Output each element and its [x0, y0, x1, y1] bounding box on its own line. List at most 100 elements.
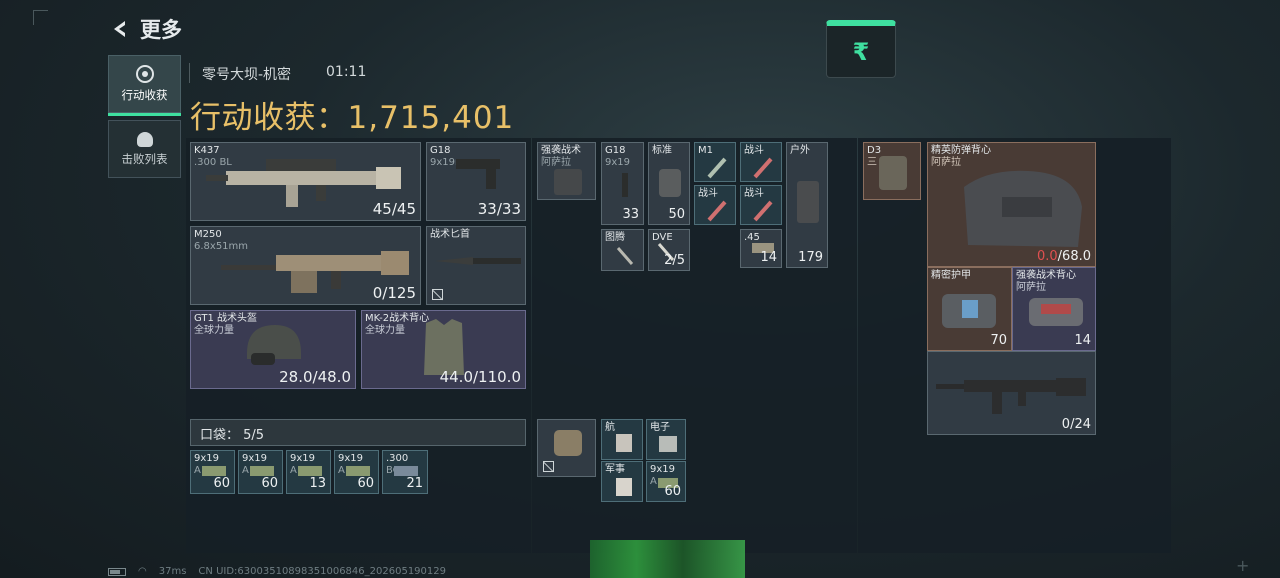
backpack-slot[interactable]	[537, 419, 596, 477]
item-name: 战斗	[744, 188, 764, 199]
rig-item[interactable]: 图腾	[601, 229, 644, 271]
pocket-item[interactable]: .300 BC 21	[382, 450, 428, 494]
backpack-icon	[554, 430, 582, 456]
durability-max: /68.0	[1057, 249, 1091, 264]
medkit-icon	[797, 181, 819, 223]
haul-value: 1,715,401	[347, 100, 515, 136]
rig-item[interactable]: 标准 50	[648, 142, 690, 225]
censored-region	[590, 540, 745, 578]
loot-item[interactable]: 精密护甲 70	[927, 267, 1012, 351]
item-ammo: 33/33	[477, 200, 521, 218]
loot-item[interactable]: D3 三	[863, 142, 921, 200]
tab-kill-list[interactable]: 击败列表	[108, 120, 181, 178]
vest-icon	[964, 170, 1082, 247]
item-name: 户外	[790, 145, 810, 156]
durability-current: 0.0	[1036, 249, 1058, 264]
no-insure-icon	[432, 289, 443, 300]
wifi-icon: ◠	[138, 566, 147, 577]
item-name: 战斗	[698, 188, 718, 199]
knife-icon	[435, 257, 521, 265]
item-brand: 全球力量	[365, 325, 405, 336]
item-brand: 全球力量	[194, 325, 234, 336]
rig-item[interactable]: .45 14	[740, 229, 782, 268]
melee-slot[interactable]: 战术匕首	[426, 226, 526, 305]
bag-icon	[659, 169, 681, 197]
rig-item[interactable]: DVE 2/5	[648, 229, 690, 271]
item-ammo: 0/24	[1061, 417, 1091, 432]
tool-icon	[616, 247, 634, 265]
rig-item[interactable]: 户外 179	[786, 142, 828, 268]
chest-rig-slot[interactable]: 强袭战术 阿萨拉	[537, 142, 596, 200]
ping: 37ms	[158, 566, 187, 577]
item-durability: 70	[990, 333, 1007, 348]
rig-item[interactable]: 战斗	[740, 142, 782, 182]
currency-button[interactable]: ₹	[826, 20, 896, 78]
item-durability: 0.0/68.0	[1037, 249, 1091, 264]
armor-slot[interactable]: MK-2战术背心 全球力量 44.0/110.0	[361, 310, 526, 389]
item-name: 军事	[605, 464, 625, 475]
device-icon	[616, 478, 632, 496]
item-sub: A	[194, 465, 201, 476]
item-sub: A	[338, 465, 345, 476]
item-count: 21	[406, 476, 423, 491]
sidearm-slot[interactable]: G18 9x19mm 33/33	[426, 142, 526, 221]
map-name: 零号大坝-机密	[202, 67, 292, 83]
item-name: 9x19	[650, 464, 676, 475]
no-insure-icon	[543, 461, 554, 472]
tab-haul-label: 行动收获	[121, 88, 168, 102]
loot-item[interactable]: 精英防弹背心 阿萨拉 0.0/68.0	[927, 142, 1096, 267]
rig-item[interactable]: M1	[694, 142, 736, 182]
item-count: 179	[798, 250, 823, 265]
tab-haul[interactable]: 行动收获	[108, 55, 181, 116]
item-sub: A	[242, 465, 249, 476]
rig-item[interactable]: 战斗	[740, 185, 782, 225]
back-button[interactable]: 更多	[108, 14, 182, 44]
rig-item[interactable]: G18 9x19 33	[601, 142, 644, 225]
primary-weapon-slot[interactable]: K437 .300 BL 45/45	[190, 142, 421, 221]
item-brand: 阿萨拉	[931, 157, 961, 168]
item-brand: 阿萨拉	[1016, 282, 1046, 293]
backpack-item[interactable]: 9x19 A 60	[646, 461, 686, 502]
item-name: M250	[194, 229, 222, 240]
target-icon	[135, 65, 154, 83]
item-count: 13	[309, 476, 326, 491]
item-ammo: 0/125	[372, 284, 416, 302]
haul-label: 行动收获：	[190, 100, 348, 136]
corner-marker	[33, 10, 48, 25]
rupee-icon: ₹	[852, 37, 870, 66]
backpack-item[interactable]: 航	[601, 419, 643, 460]
item-name: 图腾	[605, 232, 625, 243]
item-sub: 9x19	[605, 157, 631, 168]
pocket-item[interactable]: 9x19 A 60	[190, 450, 235, 494]
item-name: 强袭战术背心	[1016, 270, 1076, 281]
item-count: 14	[1074, 333, 1091, 348]
armor-case-icon	[942, 294, 996, 328]
backpack-item[interactable]: 军事	[601, 461, 643, 502]
item-name: G18	[605, 145, 626, 156]
loot-item[interactable]: 0/24	[927, 351, 1096, 435]
item-name: M1	[698, 145, 713, 156]
item-sub: A	[650, 476, 657, 487]
rig-item[interactable]: 战斗	[694, 185, 736, 225]
secondary-weapon-slot[interactable]: M250 6.8x51mm 0/125	[190, 226, 421, 305]
pocket-header: 口袋： 5/5	[190, 419, 526, 446]
item-count: 60	[213, 476, 230, 491]
item-count: 60	[664, 484, 681, 499]
pocket-item[interactable]: 9x19 A 60	[238, 450, 283, 494]
battery-icon	[108, 567, 126, 576]
user-uid: CN UID:6300351089835100684​6_20260519012…	[198, 566, 446, 577]
pocket-item[interactable]: 9x19 A 60	[334, 450, 379, 494]
item-name: 战术匕首	[430, 229, 470, 240]
haul-total: 行动收获： 1,715,401	[190, 92, 514, 137]
helmet-slot[interactable]: GT1 战术头盔 全球力量 28.0/48.0	[190, 310, 356, 389]
plus-icon: +	[1236, 556, 1250, 575]
device-icon	[616, 434, 632, 452]
backpack-item[interactable]: 电子	[646, 419, 686, 460]
loot-item[interactable]: 强袭战术背心 阿萨拉 14	[1012, 267, 1096, 351]
item-count: 60	[357, 476, 374, 491]
injector-icon	[707, 157, 727, 179]
item-name: 电子	[650, 422, 670, 433]
item-ammo: 33	[622, 207, 639, 222]
pocket-item[interactable]: 9x19 A 13	[286, 450, 331, 494]
status-bar: ◠ 37ms CN UID:6300351089835100684​6_2026…	[108, 566, 446, 577]
